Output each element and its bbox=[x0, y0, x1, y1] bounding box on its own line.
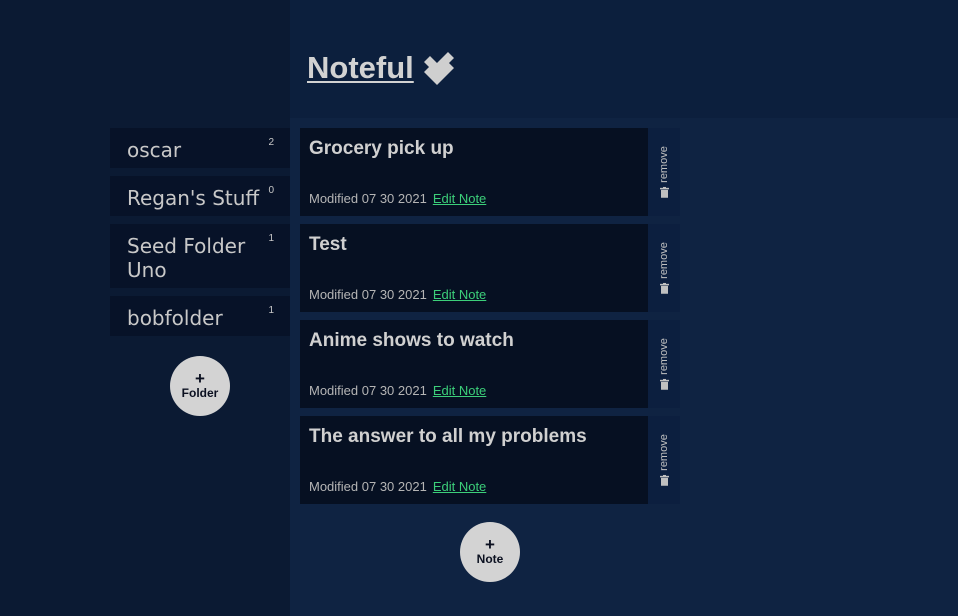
folder-note-count: 1 bbox=[268, 305, 274, 316]
edit-note-link[interactable]: Edit Note bbox=[433, 479, 486, 494]
remove-label: remove bbox=[658, 338, 670, 375]
trash-icon bbox=[659, 186, 669, 198]
plus-icon: + bbox=[485, 535, 495, 554]
folder-item-regans-stuff[interactable]: Regan's Stuff 0 bbox=[110, 176, 290, 216]
note-title[interactable]: The answer to all my problems bbox=[309, 426, 587, 448]
add-folder-button[interactable]: + Folder bbox=[170, 356, 230, 416]
add-note-button[interactable]: + Note bbox=[460, 522, 520, 582]
note-modified-date: Modified 07 30 2021 bbox=[309, 479, 427, 494]
remove-label: remove bbox=[658, 146, 670, 183]
note-title[interactable]: Anime shows to watch bbox=[309, 330, 514, 352]
note-modified-date: Modified 07 30 2021 bbox=[309, 383, 427, 398]
folder-note-count: 2 bbox=[268, 137, 274, 148]
add-folder-label: Folder bbox=[181, 386, 219, 400]
remove-note-button[interactable]: remove bbox=[648, 128, 680, 216]
note-meta: Modified 07 30 2021 Edit Note bbox=[309, 383, 486, 398]
trash-icon bbox=[659, 474, 669, 486]
note-meta: Modified 07 30 2021 Edit Note bbox=[309, 287, 486, 302]
double-check-icon bbox=[423, 52, 454, 85]
app-title[interactable]: Noteful bbox=[307, 50, 414, 86]
note-card[interactable]: Test Modified 07 30 2021 Edit Note bbox=[300, 224, 648, 312]
folder-item-bobfolder[interactable]: bobfolder 1 bbox=[110, 296, 290, 336]
folder-name: Regan's Stuff bbox=[127, 186, 260, 210]
trash-icon bbox=[659, 378, 669, 390]
edit-note-link[interactable]: Edit Note bbox=[433, 191, 486, 206]
note-meta: Modified 07 30 2021 Edit Note bbox=[309, 479, 486, 494]
add-note-label: Note bbox=[476, 552, 504, 566]
trash-icon bbox=[659, 282, 669, 294]
plus-icon: + bbox=[195, 369, 205, 388]
remove-label: remove bbox=[658, 434, 670, 471]
folder-name: Seed Folder Uno bbox=[127, 234, 246, 282]
note-card[interactable]: The answer to all my problems Modified 0… bbox=[300, 416, 648, 504]
note-title[interactable]: Grocery pick up bbox=[309, 138, 454, 160]
folder-name: oscar bbox=[127, 138, 182, 162]
app-title-link[interactable]: Noteful bbox=[307, 50, 456, 86]
folder-item-seed-folder-uno[interactable]: Seed Folder Uno 1 bbox=[110, 224, 290, 288]
note-meta: Modified 07 30 2021 Edit Note bbox=[309, 191, 486, 206]
note-title[interactable]: Test bbox=[309, 234, 347, 256]
folder-name: bobfolder bbox=[127, 306, 223, 330]
edit-note-link[interactable]: Edit Note bbox=[433, 287, 486, 302]
note-modified-date: Modified 07 30 2021 bbox=[309, 287, 427, 302]
remove-note-button[interactable]: remove bbox=[648, 320, 680, 408]
folder-note-count: 0 bbox=[268, 185, 274, 196]
folder-item-oscar[interactable]: oscar 2 bbox=[110, 128, 290, 168]
remove-label: remove bbox=[658, 242, 670, 279]
folder-note-count: 1 bbox=[268, 233, 274, 244]
remove-note-button[interactable]: remove bbox=[648, 416, 680, 504]
edit-note-link[interactable]: Edit Note bbox=[433, 383, 486, 398]
remove-note-button[interactable]: remove bbox=[648, 224, 680, 312]
note-card[interactable]: Anime shows to watch Modified 07 30 2021… bbox=[300, 320, 648, 408]
note-card[interactable]: Grocery pick up Modified 07 30 2021 Edit … bbox=[300, 128, 648, 216]
note-modified-date: Modified 07 30 2021 bbox=[309, 191, 427, 206]
